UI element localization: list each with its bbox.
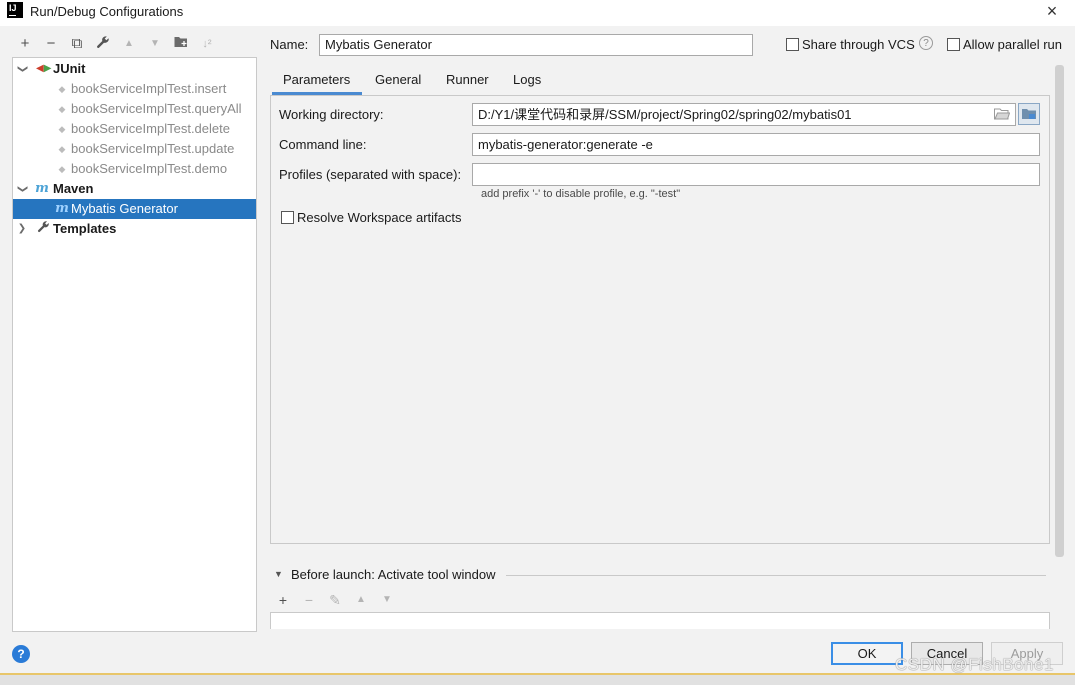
- resolve-workspace-checkbox[interactable]: [281, 211, 294, 224]
- command-line-field[interactable]: mybatis-generator:generate -e: [472, 133, 1040, 156]
- maven-icon: m: [55, 201, 69, 216]
- allow-parallel-label[interactable]: Allow parallel run: [963, 37, 1062, 52]
- allow-parallel-checkbox[interactable]: [947, 38, 960, 51]
- profiles-hint: add prefix '-' to disable profile, e.g. …: [481, 188, 681, 200]
- working-directory-field[interactable]: D:/Y1/课堂代码和录屏/SSM/project/Spring02/sprin…: [472, 103, 1016, 126]
- profiles-field[interactable]: [472, 163, 1040, 186]
- test-config-icon: ◆: [58, 144, 66, 154]
- edit-task-icon[interactable]: ✎: [327, 592, 343, 608]
- copy-icon[interactable]: ⧉: [68, 35, 86, 53]
- move-down-icon[interactable]: ▼: [146, 35, 164, 53]
- command-line-label: Command line:: [279, 137, 367, 152]
- tree-group-templates[interactable]: ❯ Templates: [13, 219, 256, 239]
- tree-item-label: bookServiceImplTest.demo: [71, 161, 228, 176]
- junit-icon: ◀▶: [36, 63, 52, 74]
- tree-item-mybatis-generator[interactable]: m Mybatis Generator: [13, 199, 256, 219]
- tree-item-label: Mybatis Generator: [71, 201, 178, 216]
- tree-group-junit[interactable]: ❯ ◀▶ JUnit: [13, 59, 256, 79]
- maven-icon: m: [35, 181, 49, 196]
- tab-parameters[interactable]: Parameters: [283, 72, 350, 87]
- folder-open-icon[interactable]: [994, 108, 1011, 123]
- tree-item-test[interactable]: ◆ bookServiceImplTest.demo: [13, 159, 256, 179]
- intellij-logo-icon: IJ: [7, 2, 23, 18]
- tree-label-junit: JUnit: [53, 61, 86, 76]
- tree-item-label: bookServiceImplTest.queryAll: [71, 101, 242, 116]
- share-vcs-label[interactable]: Share through VCS: [802, 37, 915, 52]
- test-config-icon: ◆: [58, 124, 66, 134]
- remove-task-icon[interactable]: −: [301, 592, 317, 608]
- chevron-right-icon[interactable]: ❯: [16, 219, 28, 239]
- name-label: Name:: [270, 37, 309, 52]
- configuration-tree[interactable]: ❯ ◀▶ JUnit ◆ bookServiceImplTest.insert …: [12, 57, 257, 632]
- tab-general[interactable]: General: [375, 72, 421, 87]
- tree-item-test[interactable]: ◆ bookServiceImplTest.queryAll: [13, 99, 256, 119]
- tab-runner[interactable]: Runner: [446, 72, 489, 87]
- share-vcs-checkbox[interactable]: [786, 38, 799, 51]
- chevron-down-icon[interactable]: ❯: [12, 183, 32, 195]
- help-icon[interactable]: ?: [12, 645, 30, 663]
- resolve-workspace-label[interactable]: Resolve Workspace artifacts: [297, 210, 462, 225]
- tree-label-templates: Templates: [53, 221, 117, 236]
- wrench-icon: [36, 219, 50, 239]
- browse-module-button[interactable]: [1018, 103, 1040, 125]
- tree-item-test[interactable]: ◆ bookServiceImplTest.delete: [13, 119, 256, 139]
- chevron-down-icon[interactable]: ▼: [274, 569, 283, 579]
- tree-item-test[interactable]: ◆ bookServiceImplTest.insert: [13, 79, 256, 99]
- tree-item-label: bookServiceImplTest.update: [71, 141, 235, 156]
- tree-item-test[interactable]: ◆ bookServiceImplTest.update: [13, 139, 256, 159]
- profiles-label: Profiles (separated with space):: [279, 167, 462, 182]
- tree-label-maven: Maven: [53, 181, 94, 196]
- test-config-icon: ◆: [58, 164, 66, 174]
- tree-item-label: bookServiceImplTest.delete: [71, 121, 230, 136]
- wrench-icon[interactable]: [94, 35, 112, 53]
- move-up-icon[interactable]: ▲: [353, 592, 369, 608]
- test-config-icon: ◆: [58, 84, 66, 94]
- test-config-icon: ◆: [58, 104, 66, 114]
- window-title: Run/Debug Configurations: [30, 4, 184, 19]
- help-icon[interactable]: ?: [919, 36, 933, 50]
- ok-button[interactable]: OK: [831, 642, 903, 665]
- tab-logs[interactable]: Logs: [513, 72, 541, 87]
- add-task-icon[interactable]: +: [275, 592, 291, 608]
- before-launch-list[interactable]: [270, 612, 1050, 629]
- sort-icon[interactable]: ↓²: [198, 35, 216, 53]
- scrollbar[interactable]: [1055, 65, 1064, 557]
- move-down-icon[interactable]: ▼: [379, 592, 395, 608]
- tree-item-label: bookServiceImplTest.insert: [71, 81, 227, 96]
- separator: [506, 575, 1046, 576]
- remove-icon[interactable]: −: [42, 35, 60, 53]
- name-input[interactable]: Mybatis Generator: [319, 34, 753, 56]
- move-up-icon[interactable]: ▲: [120, 35, 138, 53]
- new-folder-icon[interactable]: [172, 35, 190, 53]
- before-launch-label[interactable]: Before launch: Activate tool window: [291, 567, 496, 582]
- close-icon[interactable]: ×: [1043, 1, 1061, 21]
- tree-group-maven[interactable]: ❯ m Maven: [13, 179, 256, 199]
- chevron-down-icon[interactable]: ❯: [12, 63, 32, 75]
- watermark: CSDN @FishBone1: [895, 655, 1054, 674]
- add-icon[interactable]: +: [16, 35, 34, 53]
- working-directory-label: Working directory:: [279, 107, 384, 122]
